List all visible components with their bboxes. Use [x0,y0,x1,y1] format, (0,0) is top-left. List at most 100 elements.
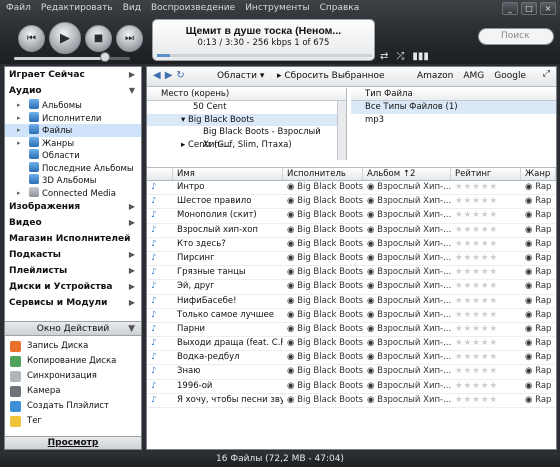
minimize-button[interactable]: _ [502,2,518,15]
table-row[interactable]: ♪ Монополия (скит) ◉ Big Black Boots ◉ Взро… [147,209,556,224]
maximize-button[interactable]: □ [521,2,537,15]
rating-stars[interactable]: ★★★★★ [451,195,521,208]
table-row[interactable]: ♪ НифиБасебе! ◉ Big Black Boots ◉ Взрослый … [147,295,556,309]
table-row[interactable]: ♪ 1996-ой ◉ Big Black Boots ◉ Взрослый Хип-… [147,380,556,394]
browse-button[interactable]: Просмотр [5,436,141,449]
expand-icon[interactable]: ▸ [17,137,21,150]
link-google[interactable]: Google [494,71,526,81]
column-genre[interactable]: Жанр [521,168,556,180]
table-row[interactable]: ♪ Эй, друг ◉ Big Black Boots ◉ Взрослый Хип… [147,280,556,295]
sidebar-item-recent-albums[interactable]: Последние Альбомы [5,161,141,175]
table-row[interactable]: ♪ Шестое правило ◉ Big Black Boots ◉ Взросл… [147,195,556,210]
category-images[interactable]: Изображения ▶ [5,199,141,215]
category-discs-devices[interactable]: Диски и Устройства ▶ [5,279,141,295]
location-row[interactable]: 50 Cent [147,101,346,114]
location-row[interactable]: Big Black Boots - Взрослый Хип-... [147,126,346,150]
equalizer-icon[interactable]: ▮▮▮ [412,51,429,62]
action-camera[interactable]: Камера [5,384,141,399]
shuffle-icon[interactable]: ⤮ [396,51,404,62]
table-row[interactable]: ♪ Только самое лучшее ◉ Big Black Boots ◉ В… [147,309,556,323]
category-podcasts[interactable]: Подкасты ▶ [5,247,141,263]
file-type-row-selected[interactable]: Все Типы Файлов (1) [351,101,556,114]
column-name[interactable]: Имя [173,168,283,180]
rating-stars[interactable]: ★★★★★ [451,209,521,222]
forward-icon[interactable]: ▶ [165,70,173,81]
rating-stars[interactable]: ★★★★★ [451,280,521,293]
table-row[interactable]: ♪ Взрослый хип-хоп ◉ Big Black Boots ◉ Взро… [147,224,556,238]
rating-stars[interactable]: ★★★★★ [451,181,521,194]
menu-file[interactable]: Файл [6,3,31,13]
sidebar-item-albums[interactable]: ▸ Альбомы [5,99,141,112]
close-button[interactable]: × [540,2,556,15]
next-button[interactable]: ⏭ [116,24,143,52]
repeat-icon[interactable]: ⇄ [380,51,388,62]
areas-dropdown[interactable]: Области ▾ [217,71,264,81]
table-row[interactable]: ♪ Водка-редбул ◉ Big Black Boots ◉ Взрослый… [147,351,556,366]
sidebar-item-3d-albums[interactable]: 3D Альбомы [5,174,141,187]
action-rip-disc[interactable]: Копирование Диска [5,354,141,369]
previous-button[interactable]: ⏮ [18,24,45,52]
category-services[interactable]: Сервисы и Модули ▶ [5,295,141,311]
rating-stars[interactable]: ★★★★★ [451,351,521,364]
location-scrollbar[interactable] [337,101,346,160]
column-artist[interactable]: Исполнитель [283,168,363,180]
table-row[interactable]: ♪ Кто здесь? ◉ Big Black Boots ◉ Взрослый Х… [147,238,556,252]
sidebar-item-genres[interactable]: ▸ Жанры [5,136,141,150]
table-row[interactable]: ♪ Выходи драща (feat. C.R... ◉ Big Black B… [147,337,556,352]
reset-selection-link[interactable]: ▸ Сбросить Выбранное [277,71,385,81]
rating-stars[interactable]: ★★★★★ [451,380,521,393]
volume-slider[interactable] [14,57,130,60]
stop-button[interactable]: ■ [85,24,112,52]
expand-icon[interactable]: ▸ [17,112,21,125]
expand-view-icon[interactable]: ⤢ [543,69,550,79]
expand-icon[interactable]: ▸ [17,99,21,112]
column-rating[interactable]: Рейтинг [451,168,521,180]
location-row-selected[interactable]: ▾ Big Black Boots [147,113,346,126]
menu-playback[interactable]: Воспроизведение [151,3,235,13]
location-row[interactable]: ▸ Centr (Guf, Slim, Птаха) [147,139,346,152]
table-row[interactable]: ♪ Я хочу, чтобы песни зву... ◉ Big Black B… [147,394,556,408]
table-row[interactable]: ♪ Интро ◉ Big Black Boots ◉ Взрослый Хип-..… [147,181,556,196]
rating-stars[interactable]: ★★★★★ [451,238,521,251]
sidebar-item-files[interactable]: ▸ Файлы [5,124,141,137]
column-album[interactable]: Альбом ↑2 [363,168,451,180]
category-audio[interactable]: Аудио ▼ [5,83,141,99]
menu-tools[interactable]: Инструменты [245,3,309,13]
menu-view[interactable]: Вид [123,3,141,13]
action-sync[interactable]: Синхронизация [5,369,141,384]
volume-knob[interactable] [100,52,110,62]
rating-stars[interactable]: ★★★★★ [451,295,521,308]
action-create-playlist[interactable]: Создать Плэйлист [5,399,141,414]
rating-stars[interactable]: ★★★★★ [451,309,521,322]
play-button[interactable]: ▶ [49,22,81,54]
back-icon[interactable]: ◀ [153,70,161,81]
sidebar-item-artists[interactable]: ▸ Исполнители [5,111,141,125]
sidebar-item-areas[interactable]: Области [5,149,141,162]
category-now-playing[interactable]: Играет Сейчас ▶ [5,67,141,83]
rating-stars[interactable]: ★★★★★ [451,252,521,265]
rating-stars[interactable]: ★★★★★ [451,365,521,378]
file-type-row[interactable]: mp3 [351,114,556,127]
expand-icon[interactable]: ▸ [17,187,21,200]
menu-edit[interactable]: Редактировать [41,3,113,13]
rating-stars[interactable]: ★★★★★ [451,266,521,279]
rating-stars[interactable]: ★★★★★ [451,394,521,407]
category-playlists[interactable]: Плейлисты ▶ [5,263,141,279]
playback-progress[interactable] [157,54,372,57]
menu-help[interactable]: Справка [320,3,360,13]
table-row[interactable]: ♪ Грязные танцы ◉ Big Black Boots ◉ Взрослы… [147,266,556,281]
link-amg[interactable]: AMG [463,71,484,81]
table-row[interactable]: ♪ Парни ◉ Big Black Boots ◉ Взрослый Хип-..… [147,323,556,338]
link-amazon[interactable]: Amazon [417,71,453,81]
refresh-icon[interactable]: ↻ [176,70,184,81]
action-tag[interactable]: Тег [5,414,141,429]
actions-panel-header[interactable]: Окно Действий ▼ [5,321,141,336]
search-input[interactable]: Поиск [478,28,554,45]
category-video[interactable]: Видео ▶ [5,215,141,231]
table-row[interactable]: ♪ Пирсинг ◉ Big Black Boots ◉ Взрослый Хип-… [147,252,556,267]
rating-stars[interactable]: ★★★★★ [451,224,521,237]
rating-stars[interactable]: ★★★★★ [451,337,521,350]
column-icon[interactable] [147,168,173,180]
expand-icon[interactable]: ▸ [17,124,21,137]
category-artist-store[interactable]: Магазин Исполнителей [5,231,141,247]
